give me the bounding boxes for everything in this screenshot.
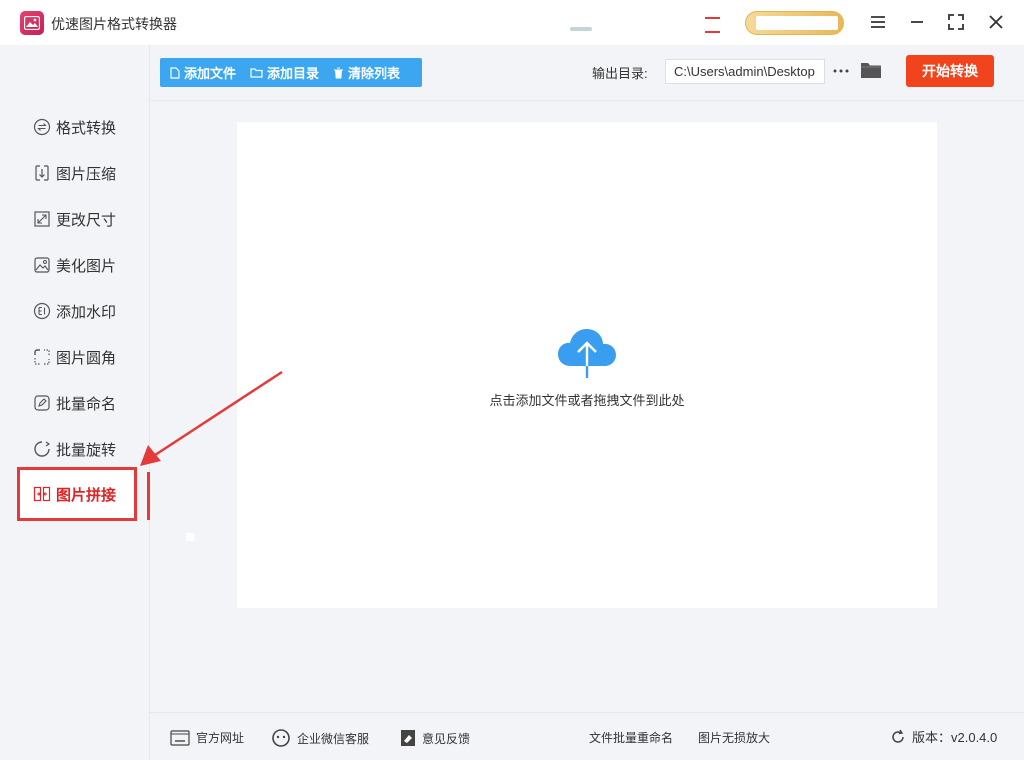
add-file-label: 添加文件	[184, 66, 237, 81]
sidebar-item-batch-rotate[interactable]: 批量旋转	[22, 434, 132, 464]
close-icon[interactable]	[984, 11, 1008, 33]
version-label: 版本：v2.0.4.0	[912, 730, 998, 745]
user-account-badge[interactable]	[745, 11, 844, 35]
watermark-icon	[32, 301, 52, 321]
rotate-icon	[32, 439, 52, 459]
compress-icon	[32, 163, 52, 183]
refresh-icon[interactable]	[890, 729, 906, 745]
start-convert-button[interactable]: 开始转换	[906, 55, 994, 87]
sidebar-item-stitch[interactable]: 图片拼接	[22, 479, 132, 509]
title-bar: 优速图片格式转换器	[0, 0, 1024, 45]
sidebar-item-compress[interactable]: 图片压缩	[22, 158, 132, 188]
folder-outline-icon	[250, 68, 263, 78]
sidebar-item-label: 格式转换	[56, 119, 117, 137]
clear-list-label: 清除列表	[348, 66, 401, 81]
website-icon	[170, 729, 190, 746]
open-folder-icon[interactable]	[860, 60, 882, 80]
sidebar-item-resize[interactable]: 更改尺寸	[22, 204, 132, 234]
app-logo-icon	[20, 11, 44, 35]
file-button-group: 添加文件 添加目录 清除列表	[160, 58, 422, 87]
feedback-link[interactable]: 意见反馈	[400, 729, 470, 747]
convert-icon	[32, 117, 52, 137]
footer-bar: 官方网址 企业微信客服 意见反馈 文件批量重命名 图片无损放大 版本：v2.0.…	[150, 712, 1024, 760]
titlebar-decoration-red	[705, 17, 720, 33]
titlebar-decoration	[570, 27, 592, 31]
more-options-icon[interactable]	[832, 62, 850, 80]
sidebar-item-format-convert[interactable]: 格式转换	[22, 112, 132, 142]
trash-icon	[334, 67, 344, 78]
clear-list-button[interactable]: 清除列表	[333, 63, 400, 82]
sidebar-item-round-corner[interactable]: 图片圆角	[22, 342, 132, 372]
output-dir-label: 输出目录:	[592, 66, 648, 81]
version-info: 版本：v2.0.4.0	[890, 727, 997, 746]
active-item-indicator	[147, 472, 150, 520]
sidebar-item-label: 更改尺寸	[56, 211, 117, 229]
minimize-icon[interactable]	[905, 11, 929, 33]
lossless-enlarge-label: 图片无损放大	[698, 731, 771, 745]
official-website-label: 官方网址	[196, 731, 245, 745]
sidebar-item-label: 批量旋转	[56, 441, 117, 459]
output-dir-input[interactable]	[665, 59, 825, 84]
sidebar-item-label: 添加水印	[56, 303, 117, 321]
app-title: 优速图片格式转换器	[51, 16, 177, 32]
cloud-upload-icon	[558, 329, 616, 378]
user-account-mask	[756, 16, 838, 30]
feedback-icon	[401, 730, 415, 746]
wechat-service-link[interactable]: 企业微信客服	[271, 729, 369, 747]
sidebar-item-label: 图片圆角	[56, 349, 117, 367]
sidebar-item-beautify[interactable]: 美化图片	[22, 250, 132, 280]
stitch-icon	[32, 484, 52, 504]
sidebar-item-label: 美化图片	[56, 257, 117, 275]
official-website-link[interactable]: 官方网址	[170, 729, 244, 746]
batch-rename-label: 文件批量重命名	[589, 731, 674, 745]
beautify-icon	[32, 255, 52, 275]
annotation-arrow	[140, 370, 283, 466]
lossless-enlarge-link[interactable]: 图片无损放大	[698, 729, 770, 746]
sidebar-item-watermark[interactable]: 添加水印	[22, 296, 132, 326]
add-file-button[interactable]: 添加文件	[170, 63, 236, 82]
sidebar: 格式转换 图片压缩 更改尺寸 美化图片 添加水印 图片圆角 批量命名 批量旋转 …	[0, 45, 150, 760]
sidebar-item-label: 图片压缩	[56, 165, 117, 183]
sidebar-item-batch-rename[interactable]: 批量命名	[22, 388, 132, 418]
add-folder-label: 添加目录	[267, 66, 320, 81]
decorative-square	[186, 533, 194, 541]
round-corner-icon	[32, 347, 52, 367]
wechat-service-label: 企业微信客服	[297, 731, 370, 746]
add-folder-button[interactable]: 添加目录	[250, 63, 319, 82]
menu-icon[interactable]	[866, 11, 890, 33]
batch-rename-link[interactable]: 文件批量重命名	[589, 729, 673, 746]
rename-icon	[32, 393, 52, 413]
maximize-icon[interactable]	[944, 11, 968, 33]
sidebar-item-label: 批量命名	[56, 395, 117, 413]
sidebar-item-label: 图片拼接	[56, 486, 117, 504]
file-icon	[170, 66, 180, 79]
file-drop-zone[interactable]: 点击添加文件或者拖拽文件到此处	[237, 122, 937, 608]
feedback-label: 意见反馈	[422, 731, 471, 746]
resize-icon	[32, 209, 52, 229]
wechat-icon	[272, 729, 290, 747]
toolbar-divider	[150, 100, 1024, 101]
drop-hint-text: 点击添加文件或者拖拽文件到此处	[489, 393, 685, 408]
